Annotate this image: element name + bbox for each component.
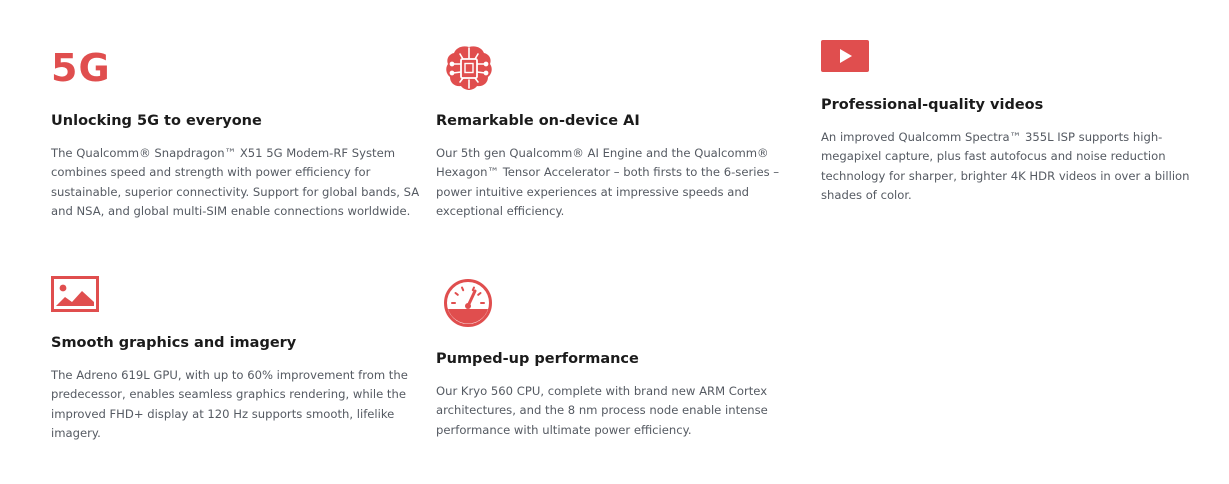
feature-title: Unlocking 5G to everyone xyxy=(51,113,262,129)
feature-description: An improved Qualcomm Spectra™ 355L ISP s… xyxy=(821,130,1190,202)
image-icon xyxy=(51,276,99,312)
video-play-icon xyxy=(821,40,869,72)
feature-description: The Adreno 619L GPU, with up to 60% impr… xyxy=(51,368,408,440)
ai-brain-chip-icon xyxy=(444,44,494,92)
feature-title: Smooth graphics and imagery xyxy=(51,335,297,351)
feature-title: Pumped-up performance xyxy=(436,351,639,367)
feature-description: The Qualcomm® Snapdragon™ X51 5G Modem-R… xyxy=(51,146,420,218)
feature-description: Our 5th gen Qualcomm® AI Engine and the … xyxy=(436,146,780,218)
feature-title: Professional-quality videos xyxy=(821,97,1044,113)
5g-icon: 5G xyxy=(51,46,111,90)
speedometer-icon xyxy=(444,279,492,327)
feature-description: Our Kryo 560 CPU, complete with brand ne… xyxy=(436,384,768,437)
feature-title: Remarkable on-device AI xyxy=(436,113,640,129)
